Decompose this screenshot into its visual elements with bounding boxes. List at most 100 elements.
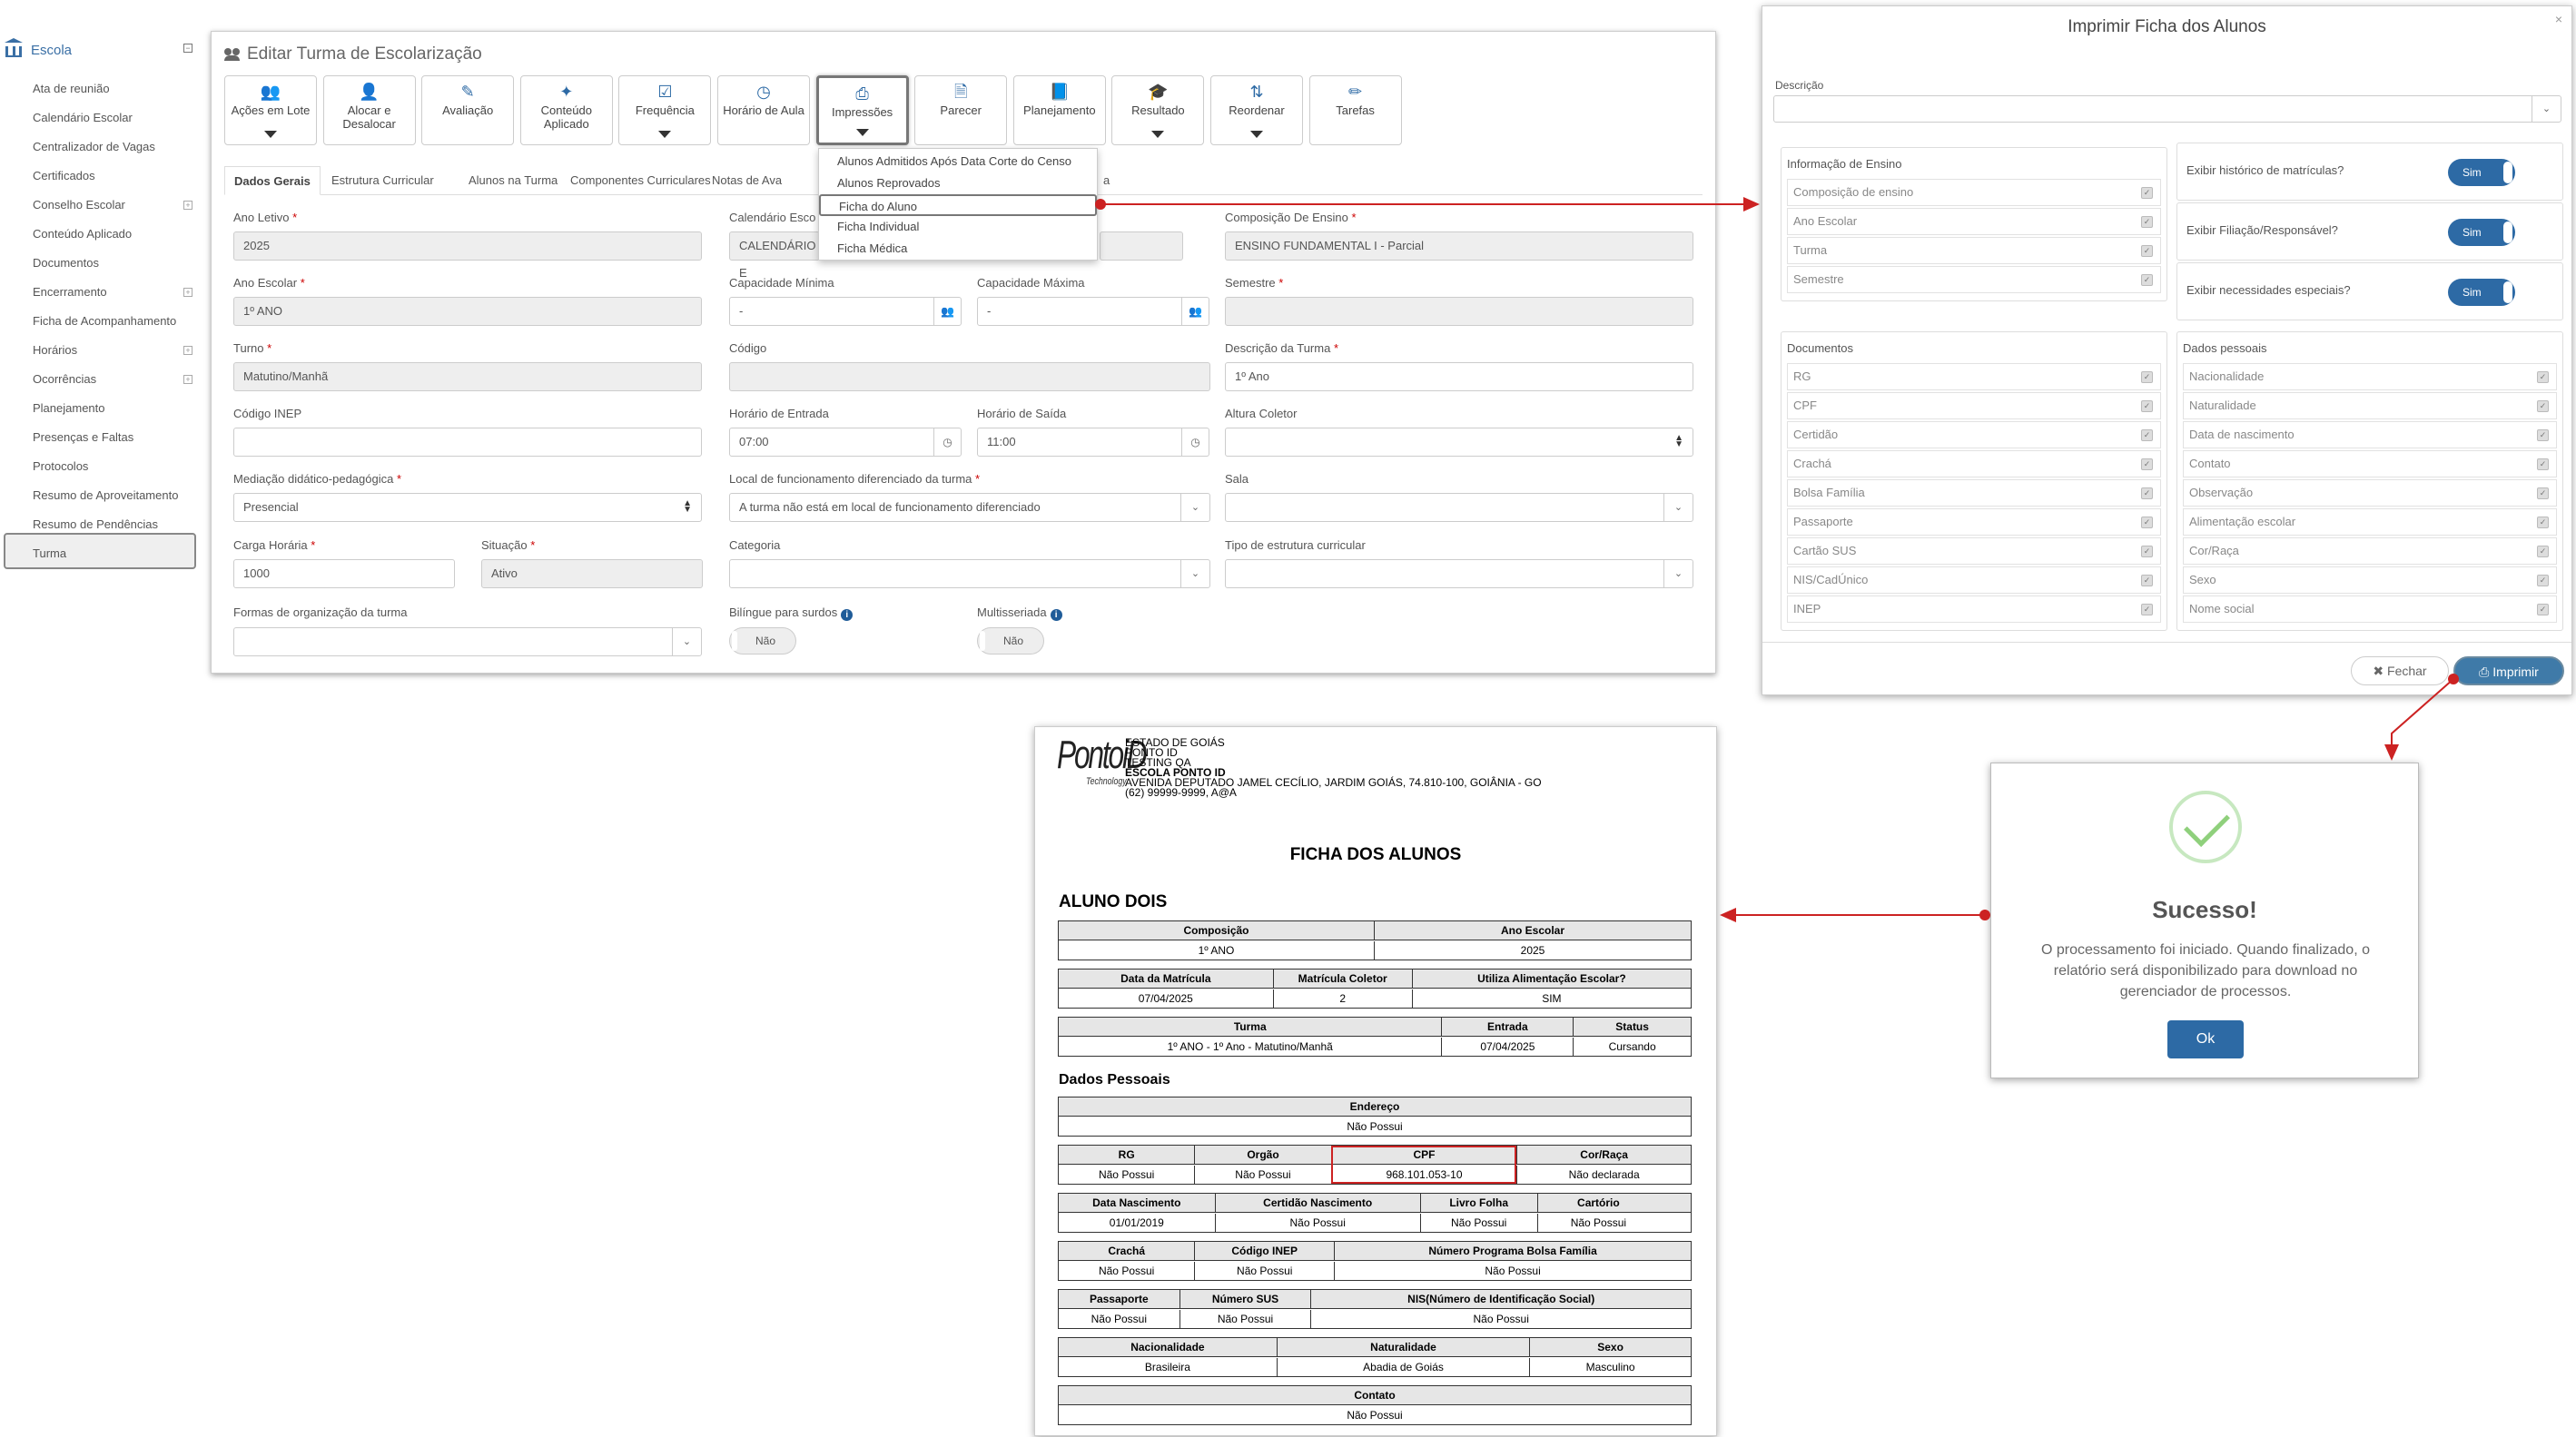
- sidebar-item[interactable]: Centralizador de Vagas: [33, 138, 155, 156]
- expand-icon[interactable]: +: [183, 346, 192, 355]
- checkbox-checked-icon[interactable]: ✓: [2537, 371, 2549, 383]
- tipo-estrutura-select[interactable]: ⌄: [1225, 559, 1693, 588]
- codigo-inep-input[interactable]: [233, 428, 702, 457]
- historico-toggle[interactable]: Sim: [2448, 159, 2515, 186]
- print-menu-item[interactable]: Alunos Admitidos Após Data Corte do Cens…: [819, 151, 1097, 172]
- descricao-select[interactable]: ⌄: [1773, 95, 2561, 123]
- checkbox-row[interactable]: Nome social ✓: [2183, 595, 2557, 623]
- mediacao-select[interactable]: Presencial ▲ ▼: [233, 493, 702, 522]
- checkbox-checked-icon[interactable]: ✓: [2537, 517, 2549, 528]
- checkbox-checked-icon[interactable]: ✓: [2537, 458, 2549, 470]
- toolbar-button[interactable]: ☑ Frequência: [618, 75, 712, 145]
- horario-saida-input[interactable]: 11:00 ◷: [977, 428, 1209, 457]
- print-menu-item[interactable]: Ficha Individual: [819, 216, 1097, 238]
- checkbox-row[interactable]: Bolsa Família ✓: [1787, 479, 2161, 507]
- toolbar-button[interactable]: ✦ Conteúdo Aplicado: [519, 75, 613, 145]
- checkbox-row[interactable]: Certidão ✓: [1787, 421, 2161, 448]
- checkbox-row[interactable]: Turma ✓: [1787, 237, 2161, 264]
- composicao-ensino-field[interactable]: ENSINO FUNDAMENTAL I - Parcial: [1225, 231, 1693, 261]
- sidebar-item[interactable]: Ocorrências: [33, 370, 96, 389]
- necessidades-toggle[interactable]: Sim: [2448, 279, 2515, 306]
- sidebar-item[interactable]: Conteúdo Aplicado: [33, 225, 132, 243]
- info-icon[interactable]: i: [841, 609, 854, 621]
- categoria-select[interactable]: ⌄: [729, 559, 1210, 588]
- semestre-field[interactable]: [1225, 297, 1693, 326]
- sidebar-item[interactable]: Encerramento: [33, 283, 107, 301]
- sidebar-item[interactable]: Horários: [33, 341, 77, 359]
- turno-field[interactable]: Matutino/Manhã: [233, 362, 702, 391]
- sidebar-item[interactable]: Resumo de Pendências: [33, 516, 158, 534]
- checkbox-row[interactable]: Contato ✓: [2183, 450, 2557, 477]
- expand-icon[interactable]: +: [183, 288, 192, 297]
- print-menu-item[interactable]: Ficha Médica: [819, 238, 1097, 260]
- sidebar-item[interactable]: Ata de reunião: [33, 80, 110, 98]
- sidebar-item[interactable]: Ficha de Acompanhamento: [33, 312, 176, 330]
- info-icon[interactable]: i: [1050, 609, 1062, 621]
- ano-letivo-field[interactable]: 2025: [233, 231, 702, 261]
- checkbox-row[interactable]: Sexo ✓: [2183, 566, 2557, 594]
- checkbox-row[interactable]: Semestre ✓: [1787, 266, 2161, 293]
- toolbar-button[interactable]: 🎓 Resultado: [1111, 75, 1205, 145]
- close-icon[interactable]: ×: [2555, 12, 2562, 26]
- checkbox-row[interactable]: Crachá ✓: [1787, 450, 2161, 477]
- sidebar-item[interactable]: Resumo de Aproveitamento: [33, 487, 178, 505]
- checkbox-row[interactable]: Naturalidade ✓: [2183, 392, 2557, 419]
- sidebar-item[interactable]: Certificados: [33, 167, 95, 185]
- formas-organizacao-select[interactable]: ⌄: [233, 627, 702, 656]
- print-menu-item[interactable]: Alunos Reprovados: [819, 172, 1097, 194]
- capacidade-minima-input[interactable]: - 👥: [729, 297, 962, 326]
- form-tab[interactable]: Componentes Curriculares: [561, 166, 720, 195]
- sidebar-item[interactable]: Presenças e Faltas: [33, 428, 133, 447]
- checkbox-checked-icon[interactable]: ✓: [2141, 274, 2153, 286]
- print-menu-item[interactable]: Ficha do Aluno: [819, 194, 1097, 216]
- expand-icon[interactable]: +: [183, 201, 192, 210]
- toolbar-button[interactable]: 📘 Planejamento: [1012, 75, 1106, 145]
- form-tab[interactable]: Notas de Ava: [703, 166, 791, 195]
- sala-select[interactable]: ⌄: [1225, 493, 1693, 522]
- checkbox-checked-icon[interactable]: ✓: [2141, 604, 2153, 615]
- sidebar-item[interactable]: Calendário Escolar: [33, 109, 133, 127]
- checkbox-row[interactable]: Observação ✓: [2183, 479, 2557, 507]
- checkbox-row[interactable]: RG ✓: [1787, 363, 2161, 390]
- local-funcionamento-select[interactable]: A turma não está em local de funcionamen…: [729, 493, 1210, 522]
- toolbar-button[interactable]: 👤 Alocar e Desalocar: [322, 75, 416, 145]
- multisseriada-toggle[interactable]: Não: [977, 627, 1044, 655]
- ok-button[interactable]: Ok: [2167, 1020, 2244, 1058]
- checkbox-checked-icon[interactable]: ✓: [2537, 487, 2549, 499]
- checkbox-row[interactable]: Ano Escolar ✓: [1787, 208, 2161, 235]
- altura-coletor-select[interactable]: ▲ ▼: [1225, 428, 1693, 457]
- sidebar-header-escola[interactable]: Escola −: [5, 33, 200, 67]
- checkbox-checked-icon[interactable]: ✓: [2141, 517, 2153, 528]
- calendario-escolar-field[interactable]: CALENDÁRIO E: [729, 231, 820, 280]
- form-tab[interactable]: Alunos na Turma: [459, 166, 567, 195]
- sidebar-item[interactable]: Planejamento: [33, 399, 105, 418]
- codigo-field[interactable]: [729, 362, 1210, 391]
- toolbar-button[interactable]: ⇅ Reordenar: [1210, 75, 1303, 145]
- checkbox-checked-icon[interactable]: ✓: [2141, 546, 2153, 557]
- filiacao-toggle[interactable]: Sim: [2448, 219, 2515, 246]
- checkbox-row[interactable]: Data de nascimento ✓: [2183, 421, 2557, 448]
- form-tab[interactable]: Estrutura Curricular: [322, 166, 443, 195]
- checkbox-checked-icon[interactable]: ✓: [2141, 371, 2153, 383]
- sidebar-item[interactable]: Documentos: [33, 254, 99, 272]
- horario-entrada-input[interactable]: 07:00 ◷: [729, 428, 962, 457]
- toolbar-button[interactable]: 🗎 Parecer: [914, 75, 1008, 145]
- checkbox-checked-icon[interactable]: ✓: [2537, 546, 2549, 557]
- collapse-icon[interactable]: −: [183, 44, 192, 53]
- checkbox-row[interactable]: NIS/CadÚnico ✓: [1787, 566, 2161, 594]
- checkbox-row[interactable]: Nacionalidade ✓: [2183, 363, 2557, 390]
- checkbox-checked-icon[interactable]: ✓: [2141, 187, 2153, 199]
- toolbar-button[interactable]: ◷ Horário de Aula: [717, 75, 810, 145]
- bilingue-toggle[interactable]: Não: [729, 627, 796, 655]
- expand-icon[interactable]: +: [183, 375, 192, 384]
- carga-horaria-input[interactable]: 1000: [233, 559, 455, 588]
- checkbox-row[interactable]: Composição de ensino ✓: [1787, 179, 2161, 206]
- checkbox-checked-icon[interactable]: ✓: [2141, 575, 2153, 586]
- checkbox-checked-icon[interactable]: ✓: [2537, 604, 2549, 615]
- form-tab[interactable]: a: [1094, 166, 1119, 195]
- sidebar-item[interactable]: Protocolos: [33, 458, 88, 476]
- checkbox-row[interactable]: Passaporte ✓: [1787, 508, 2161, 536]
- toolbar-button[interactable]: ✏ Tarefas: [1308, 75, 1402, 145]
- capacidade-maxima-input[interactable]: - 👥: [977, 297, 1209, 326]
- checkbox-checked-icon[interactable]: ✓: [2537, 575, 2549, 586]
